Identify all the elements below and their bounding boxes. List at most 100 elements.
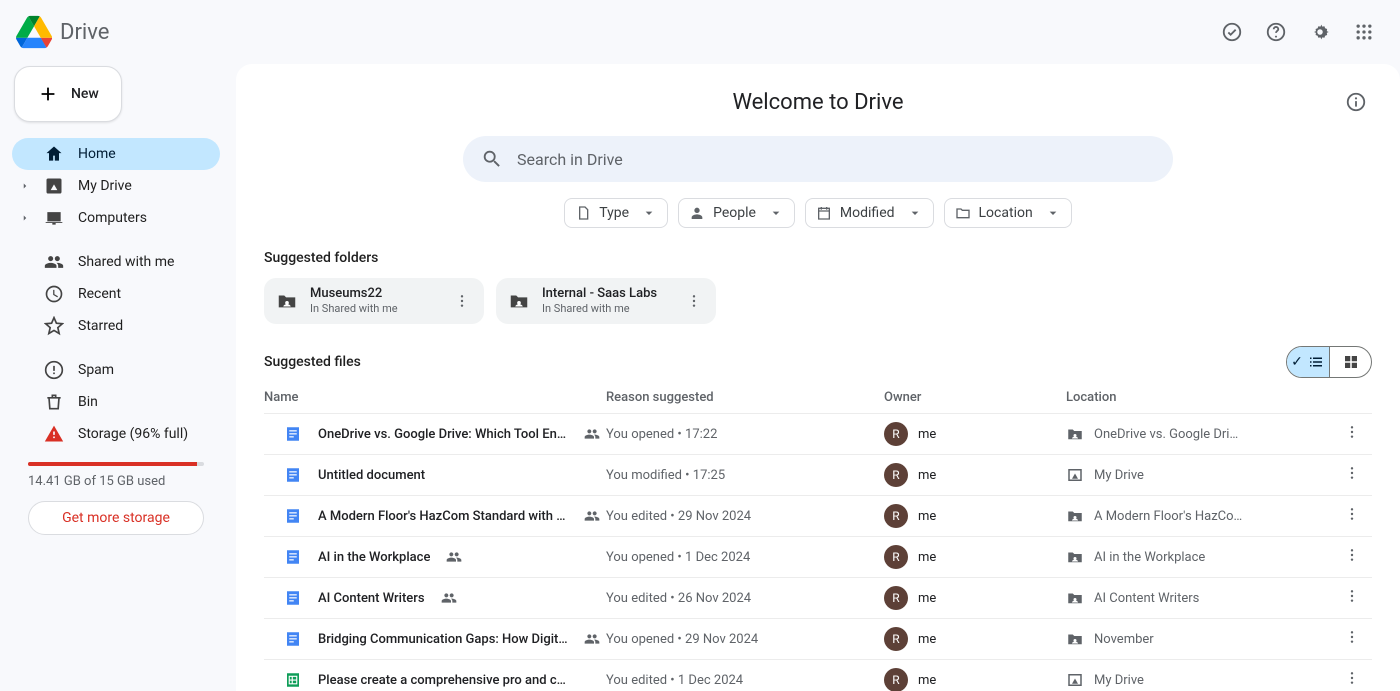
- help-icon[interactable]: [1256, 12, 1296, 52]
- file-row[interactable]: Please create a comprehensive pro and co…: [264, 660, 1372, 691]
- folder-card[interactable]: Internal - Saas Labs In Shared with me: [496, 278, 716, 324]
- shared-icon: [446, 549, 462, 565]
- nav-item-star[interactable]: Starred: [12, 310, 220, 342]
- location-icon: [1066, 548, 1084, 566]
- file-row[interactable]: OneDrive vs. Google Drive: Which Tool En…: [264, 414, 1372, 455]
- recent-icon: [44, 284, 64, 304]
- drive-logo-icon: [16, 14, 52, 50]
- row-more-icon[interactable]: [1344, 670, 1360, 686]
- view-toggle: [1286, 346, 1372, 378]
- suggested-folders-title: Suggested folders: [264, 250, 1372, 266]
- file-location: My Drive: [1094, 468, 1144, 483]
- folder-more-button[interactable]: [680, 287, 708, 315]
- computers-icon: [44, 208, 64, 228]
- grid-view-button[interactable]: [1329, 347, 1371, 377]
- row-more-icon[interactable]: [1344, 465, 1360, 481]
- file-reason: You opened • 29 Nov 2024: [606, 632, 758, 647]
- file-location: A Modern Floor's HazCo…: [1094, 509, 1242, 524]
- file-title: Untitled document: [318, 468, 425, 483]
- file-row[interactable]: Bridging Communication Gaps: How Digital…: [264, 619, 1372, 660]
- filter-chip-calendar[interactable]: Modified: [805, 198, 934, 228]
- nav-item-mydrive[interactable]: My Drive: [12, 170, 220, 202]
- folder-icon: [955, 205, 971, 221]
- shared-icon: [584, 631, 600, 647]
- file-title: A Modern Floor's HazCom Standard with Di…: [318, 509, 568, 524]
- chevron-down-icon: [907, 205, 923, 221]
- folder-more-button[interactable]: [448, 287, 476, 315]
- person-icon: [689, 205, 705, 221]
- main-panel: Welcome to Drive Type People Modified Lo…: [236, 64, 1400, 691]
- doc-icon: [284, 630, 302, 648]
- row-more-icon[interactable]: [1344, 506, 1360, 522]
- file-row[interactable]: AI Content Writers You edited • 26 Nov 2…: [264, 578, 1372, 619]
- nav-label: My Drive: [78, 178, 132, 194]
- folder-name: Internal - Saas Labs: [542, 287, 657, 301]
- shared-icon: [44, 252, 64, 272]
- chip-label: Type: [599, 205, 629, 221]
- row-more-icon[interactable]: [1344, 547, 1360, 563]
- new-button[interactable]: New: [14, 66, 122, 122]
- nav-item-recent[interactable]: Recent: [12, 278, 220, 310]
- owner-avatar: R: [884, 422, 908, 446]
- search-bar[interactable]: [463, 136, 1173, 182]
- doc-icon: [284, 466, 302, 484]
- file-row[interactable]: AI in the Workplace You opened • 1 Dec 2…: [264, 537, 1372, 578]
- suggested-files-title: Suggested files: [264, 354, 361, 370]
- table-header: Name Reason suggested Owner Location: [264, 378, 1372, 414]
- nav-item-computers[interactable]: Computers: [12, 202, 220, 234]
- file-title: OneDrive vs. Google Drive: Which Tool En…: [318, 427, 568, 442]
- nav-item-bin[interactable]: Bin: [12, 386, 220, 418]
- nav-item-home[interactable]: Home: [12, 138, 220, 170]
- gear-icon[interactable]: [1300, 12, 1340, 52]
- owner-label: me: [918, 550, 936, 565]
- owner-avatar: R: [884, 463, 908, 487]
- nav-label: Storage (96% full): [78, 426, 188, 442]
- row-more-icon[interactable]: [1344, 588, 1360, 604]
- folder-card[interactable]: Museums22 In Shared with me: [264, 278, 484, 324]
- file-icon: [575, 205, 591, 221]
- file-location: My Drive: [1094, 673, 1144, 688]
- location-icon: [1066, 671, 1084, 689]
- chevron-right-icon: [20, 213, 30, 223]
- doc-icon: [284, 507, 302, 525]
- nav-label: Recent: [78, 286, 121, 302]
- doc-icon: [284, 589, 302, 607]
- filter-chip-folder[interactable]: Location: [944, 198, 1072, 228]
- offline-icon[interactable]: [1212, 12, 1252, 52]
- file-row[interactable]: A Modern Floor's HazCom Standard with Di…: [264, 496, 1372, 537]
- file-row[interactable]: Untitled document You modified • 17:25 R…: [264, 455, 1372, 496]
- location-icon: [1066, 630, 1084, 648]
- info-icon[interactable]: [1340, 86, 1372, 118]
- location-icon: [1066, 466, 1084, 484]
- filter-chip-file[interactable]: Type: [564, 198, 668, 228]
- col-location: Location: [1066, 390, 1332, 405]
- location-icon: [1066, 589, 1084, 607]
- file-reason: You opened • 17:22: [606, 427, 717, 442]
- storage-bar: [28, 462, 204, 466]
- file-location: AI Content Writers: [1094, 591, 1199, 606]
- row-more-icon[interactable]: [1344, 629, 1360, 645]
- nav-label: Home: [78, 146, 116, 162]
- file-title: Please create a comprehensive pro and co…: [318, 673, 568, 688]
- owner-label: me: [918, 673, 936, 688]
- logo[interactable]: Drive: [16, 14, 109, 50]
- nav-item-shared[interactable]: Shared with me: [12, 246, 220, 278]
- topbar: Drive: [0, 0, 1400, 64]
- search-input[interactable]: [517, 150, 1155, 169]
- nav-item-storage[interactable]: Storage (96% full): [12, 418, 220, 450]
- nav-item-spam[interactable]: Spam: [12, 354, 220, 386]
- owner-label: me: [918, 468, 936, 483]
- row-more-icon[interactable]: [1344, 424, 1360, 440]
- star-icon: [44, 316, 64, 336]
- location-icon: [1066, 425, 1084, 443]
- shared-icon: [584, 508, 600, 524]
- list-view-button[interactable]: [1287, 347, 1329, 377]
- file-location: November: [1094, 632, 1154, 647]
- apps-icon[interactable]: [1344, 12, 1384, 52]
- filter-chip-person[interactable]: People: [678, 198, 795, 228]
- get-more-storage-button[interactable]: Get more storage: [28, 501, 204, 535]
- folder-sub: In Shared with me: [310, 303, 398, 315]
- storage-icon: [44, 424, 64, 444]
- file-reason: You modified • 17:25: [606, 468, 725, 483]
- sheet-icon: [284, 671, 302, 689]
